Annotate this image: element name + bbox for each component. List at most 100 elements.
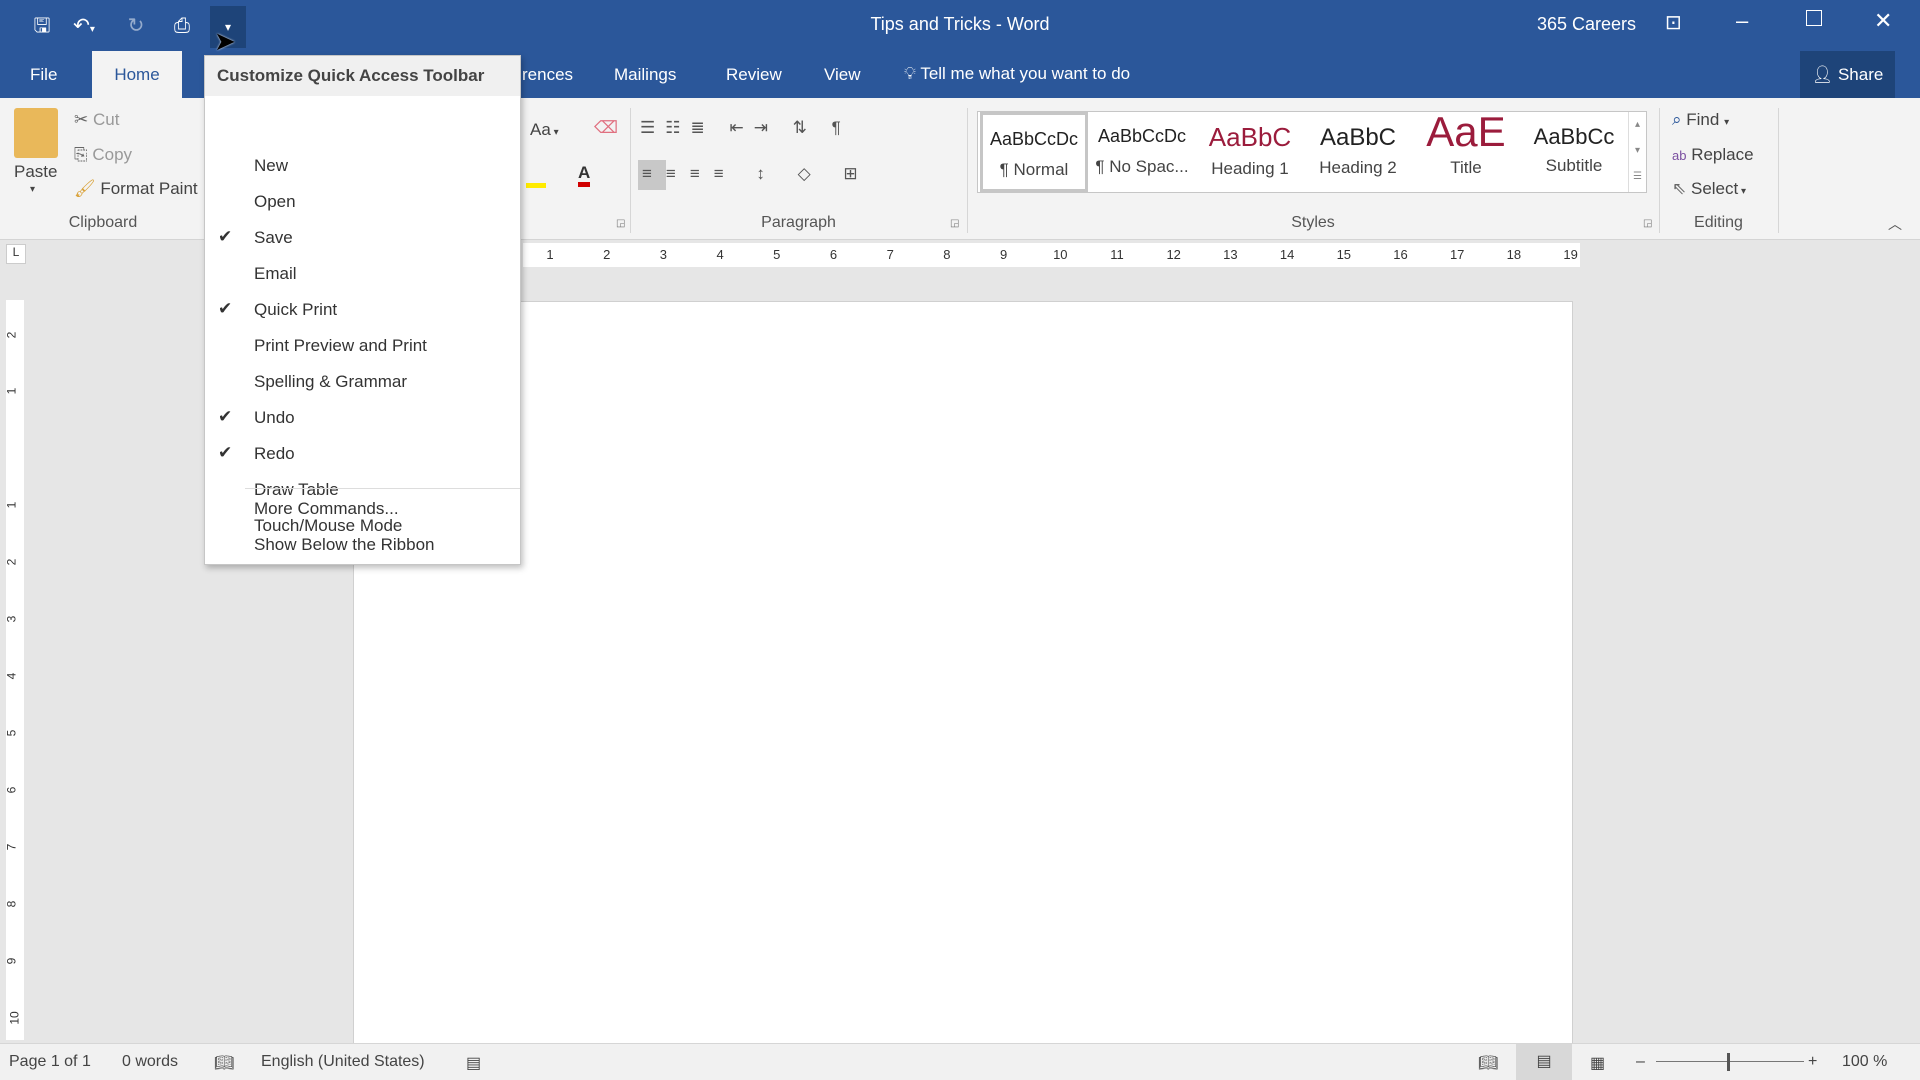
menu-item-save[interactable]: ✔ Save: [205, 220, 520, 256]
style-title[interactable]: AaE Title: [1412, 108, 1520, 192]
horizontal-ruler[interactable]: 1 2 3 4 5 6 7 8 9 10 11 12 13 14 15 16 17 18 19: [523, 243, 1580, 267]
menu-item-open[interactable]: Open: [205, 184, 520, 220]
collapse-ribbon-icon[interactable]: ︿: [1888, 214, 1902, 234]
paragraph-dialog-launcher[interactable]: ◲: [950, 218, 959, 229]
menu-item-print-preview-and-print[interactable]: Print Preview and Print: [205, 328, 520, 364]
ruler-number: 13: [1223, 247, 1238, 262]
zoom-in-button[interactable]: +: [1808, 1053, 1817, 1071]
tell-me-search[interactable]: 💡︎ Tell me what you want to do: [904, 64, 1130, 84]
vertical-ruler[interactable]: 2 1 1 2 3 4 5 6 7 8 9 10: [4, 300, 24, 1040]
style-name: ¶ Normal: [999, 160, 1069, 179]
style-name: Subtitle: [1545, 156, 1603, 175]
menu-divider: [245, 488, 520, 489]
paragraph-row2-icons[interactable]: ≡≡≡≡ ↕ ◇ ⊞: [642, 164, 872, 184]
ruler-number: 4: [4, 672, 19, 680]
menu-item-label: Save: [254, 228, 293, 247]
menu-item-spelling-grammar[interactable]: Spelling & Grammar: [205, 364, 520, 400]
menu-item-label: Print Preview and Print: [254, 336, 427, 355]
style-preview: AaBbC: [1319, 124, 1397, 151]
zoom-level[interactable]: 100 %: [1842, 1053, 1887, 1071]
menu-item-redo[interactable]: ✔ Redo: [205, 436, 520, 472]
cut-button[interactable]: ✂ Cut: [74, 110, 119, 130]
page-count[interactable]: Page 1 of 1: [9, 1053, 91, 1071]
share-button[interactable]: 👤︎ Share: [1800, 51, 1895, 98]
minimize-button[interactable]: –: [1736, 8, 1748, 34]
ruler-number: 10: [1053, 247, 1068, 262]
style-preview: AaE: [1426, 108, 1506, 155]
menu-item-new[interactable]: New: [205, 148, 520, 184]
tab-view[interactable]: View: [810, 51, 875, 98]
style-heading-1[interactable]: AaBbC Heading 1: [1196, 112, 1304, 192]
checkmark-icon: ✔: [218, 299, 233, 318]
ruler-number: 1: [546, 247, 554, 262]
style-heading-2[interactable]: AaBbC Heading 2: [1304, 112, 1412, 192]
ruler-number: 7: [886, 247, 894, 262]
format-painter-label: Format Paint: [100, 179, 198, 198]
styles-scroll[interactable]: ▴ ▾ ☰: [1628, 112, 1646, 192]
ruler-number: 6: [4, 786, 19, 794]
zoom-slider-thumb[interactable]: [1727, 1053, 1730, 1071]
zoom-slider[interactable]: [1656, 1061, 1804, 1062]
menu-item-label: Redo: [254, 444, 295, 463]
menu-item-label: Undo: [254, 408, 295, 427]
copy-button[interactable]: ⎘ Copy: [74, 145, 132, 165]
format-painter-button[interactable]: 🖌︎ Format Paint: [74, 179, 198, 199]
change-case-button[interactable]: Aa ▾: [530, 120, 559, 140]
customize-qat-menu: Customize Quick Access Toolbar New Open ✔ S…: [204, 55, 521, 565]
highlight-color-icon[interactable]: [526, 168, 546, 188]
styles-dialog-launcher[interactable]: ◲: [1643, 218, 1652, 229]
menu-item-label: More Commands...: [254, 499, 399, 518]
menu-item-quick-print[interactable]: ✔ Quick Print: [205, 292, 520, 328]
tab-selector[interactable]: L: [6, 244, 26, 264]
tell-me-label: Tell me what you want to do: [920, 64, 1131, 83]
menu-item-email[interactable]: Email: [205, 256, 520, 292]
ribbon-display-options-icon[interactable]: ⊡: [1665, 10, 1682, 35]
web-layout-icon[interactable]: ▦: [1590, 1053, 1605, 1073]
close-button[interactable]: ✕: [1874, 8, 1892, 34]
replace-button[interactable]: ab Replace: [1672, 145, 1754, 165]
ruler-number: 4: [716, 247, 724, 262]
find-button[interactable]: ⌕ Find ▾: [1672, 110, 1729, 130]
style-no-spacing[interactable]: AaBbCcDc ¶ No Spac...: [1088, 112, 1196, 192]
maximize-button[interactable]: [1806, 10, 1822, 26]
style-normal[interactable]: AaBbCcDc ¶ Normal: [980, 112, 1088, 192]
tab-review[interactable]: Review: [712, 51, 796, 98]
proofing-icon[interactable]: 📖︎: [214, 1053, 234, 1073]
paste-icon[interactable]: [14, 108, 58, 158]
select-button[interactable]: ⇖ Select ▾: [1672, 179, 1746, 199]
user-name[interactable]: 365 Careers: [1537, 14, 1636, 35]
style-preview: AaBbCc: [1533, 124, 1615, 149]
ruler-number: 16: [1393, 247, 1408, 262]
paste-button[interactable]: Paste: [14, 162, 57, 182]
language[interactable]: English (United States): [261, 1053, 425, 1071]
zoom-out-button[interactable]: –: [1636, 1053, 1645, 1071]
menu-item-show-below-ribbon[interactable]: Show Below the Ribbon: [205, 527, 520, 563]
styles-gallery: AaBbCcDc ¶ Normal AaBbCcDc ¶ No Spac... Aa…: [977, 108, 1647, 193]
change-case-label: Aa: [530, 120, 551, 139]
menu-item-more-commands[interactable]: More Commands...: [205, 491, 520, 527]
menu-item-label: Open: [254, 192, 296, 211]
font-dialog-launcher[interactable]: ◲: [616, 218, 625, 229]
tab-mailings[interactable]: Mailings: [600, 51, 690, 98]
menu-item-label: Quick Print: [254, 300, 338, 319]
style-name: ¶ No Spac...: [1095, 157, 1189, 176]
paragraph-row1-icons[interactable]: ☰☷≣ ⇤⇥ ⇅ ¶: [640, 118, 851, 138]
ruler-number: 1: [4, 501, 19, 509]
style-preview: AaBbC: [1208, 122, 1292, 152]
document-page[interactable]: [353, 301, 1573, 1043]
style-subtitle[interactable]: AaBbCc Subtitle: [1520, 112, 1628, 192]
tab-home[interactable]: Home: [92, 51, 182, 98]
tab-file[interactable]: File: [16, 51, 71, 98]
word-count[interactable]: 0 words: [122, 1053, 178, 1071]
ruler-number: 3: [659, 247, 668, 262]
read-mode-icon[interactable]: 📖︎: [1478, 1053, 1498, 1073]
print-layout-icon[interactable]: ▤: [1516, 1044, 1572, 1080]
ruler-number: 2: [603, 247, 611, 262]
paste-dropdown-icon[interactable]: ▾: [30, 184, 35, 195]
ruler-number: 6: [829, 247, 838, 262]
macro-icon[interactable]: ▤: [466, 1053, 481, 1073]
menu-item-undo[interactable]: ✔ Undo: [205, 400, 520, 436]
clear-formatting-icon[interactable]: ⌫: [594, 118, 618, 138]
font-color-icon[interactable]: A: [578, 164, 591, 187]
style-preview: AaBbCcDc: [1097, 126, 1187, 146]
